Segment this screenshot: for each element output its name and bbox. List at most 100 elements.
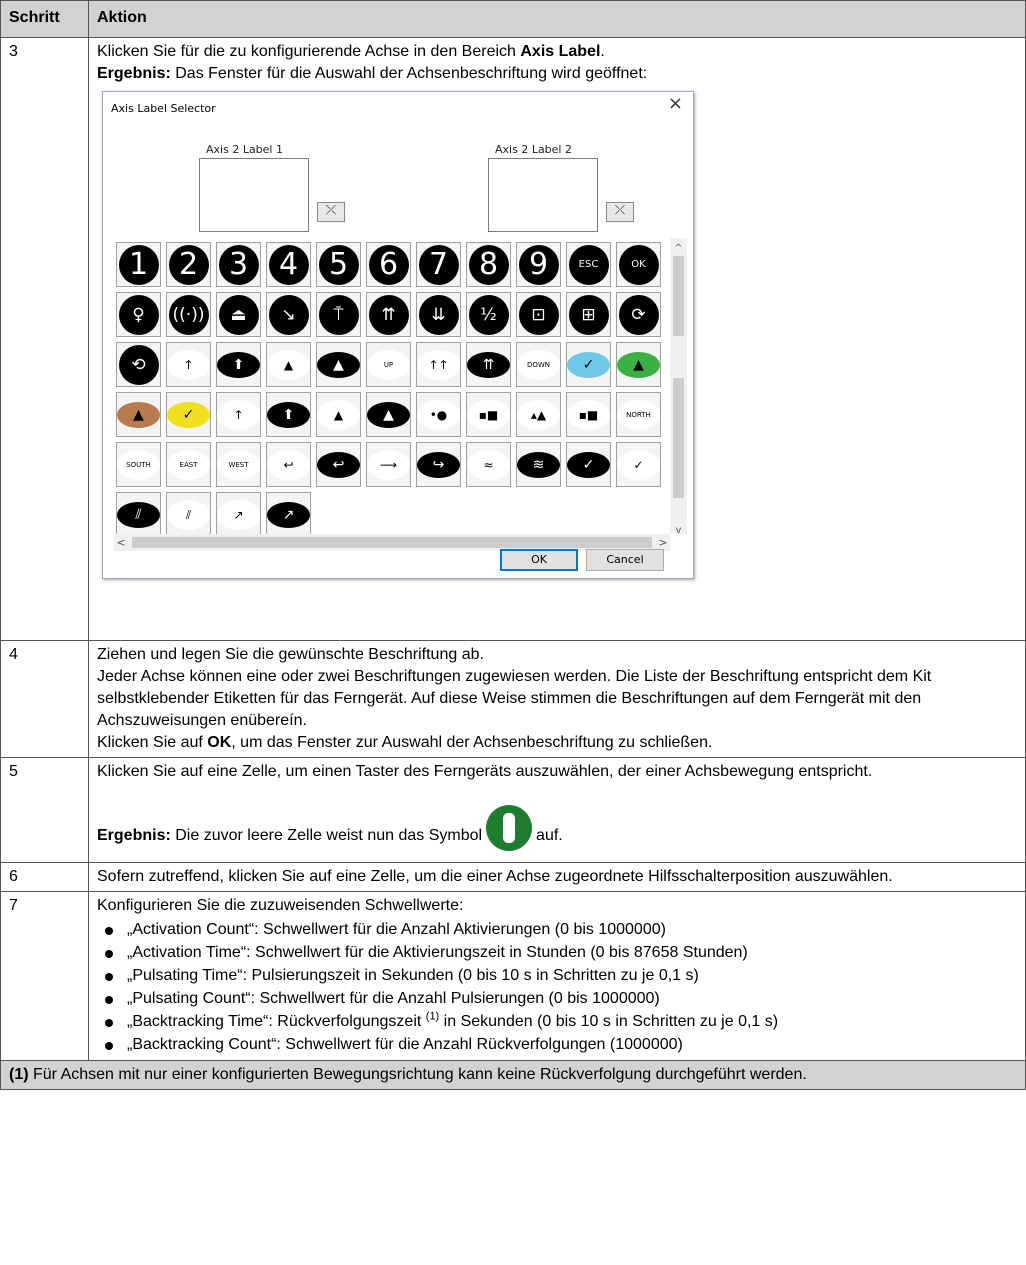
label-tile[interactable]: ▲ <box>316 342 361 387</box>
label-tile[interactable]: ▲ <box>616 342 661 387</box>
label-tile[interactable]: OK <box>616 242 661 287</box>
label-tile[interactable]: ↗ <box>266 492 311 536</box>
steps-table: Schritt Aktion 3 Klicken Sie für die zu … <box>0 0 1026 1090</box>
step-action: Klicken Sie für die zu konfigurierende A… <box>88 37 1026 641</box>
label-tile[interactable]: ⬆ <box>216 342 261 387</box>
horn-icon: ((·)) <box>168 294 209 335</box>
label1-drop-zone[interactable] <box>199 158 309 232</box>
label-tile[interactable]: ↑↑ <box>416 342 461 387</box>
label-tile[interactable]: DOWN <box>516 342 561 387</box>
label-tile[interactable]: UP <box>366 342 411 387</box>
ok-button[interactable]: OK <box>500 549 578 571</box>
label2-drop-zone[interactable] <box>488 158 598 232</box>
label-tile[interactable]: ↩ <box>266 442 311 487</box>
list-item-text: „Backtracking Time“: Rückverfolgungszeit <box>127 1013 426 1030</box>
threshold-list: „Activation Count“: Schwellwert für die … <box>97 919 1017 1057</box>
label-tile[interactable]: 8 <box>466 242 511 287</box>
result-label: Ergebnis: <box>97 827 171 845</box>
label-tile[interactable]: ↘ <box>266 292 311 337</box>
step-number: 4 <box>0 640 89 758</box>
label-tile[interactable]: ↩ <box>316 442 361 487</box>
arrow-diagonal-icon: ↗ <box>217 499 260 530</box>
label-tile[interactable]: ⬆ <box>266 392 311 437</box>
label-tile[interactable]: ♀ <box>116 292 161 337</box>
label-tile[interactable]: 5 <box>316 242 361 287</box>
label-tile[interactable]: ⏏ <box>216 292 261 337</box>
label-tile[interactable]: ▲ <box>366 392 411 437</box>
step-number: 3 <box>0 37 89 641</box>
label-tile[interactable]: •● <box>416 392 461 437</box>
label-tile[interactable]: ⟳ <box>616 292 661 337</box>
label-tile[interactable]: 1 <box>116 242 161 287</box>
number-2-icon: 2 <box>168 244 209 285</box>
label-tile[interactable]: ⊞ <box>566 292 611 337</box>
label-tile[interactable]: ▲ <box>116 392 161 437</box>
label-tile[interactable]: SOUTH <box>116 442 161 487</box>
ok-term: OK <box>207 734 232 751</box>
label-tile[interactable]: ▲ <box>316 392 361 437</box>
scroll-thumb-lower[interactable] <box>673 378 684 498</box>
vertical-scrollbar[interactable]: ^ v <box>670 238 687 536</box>
label-tile[interactable]: 6 <box>366 242 411 287</box>
label-tile[interactable]: 4 <box>266 242 311 287</box>
scroll-thumb-upper[interactable] <box>673 256 684 336</box>
label-tile[interactable]: ≋ <box>516 442 561 487</box>
label-tile[interactable]: ↑ <box>166 342 211 387</box>
curve-right-bold-icon: ↪ <box>417 451 460 478</box>
label-tile[interactable]: 3 <box>216 242 261 287</box>
arrow-up-bold-icon: ⬆ <box>267 401 310 428</box>
label-tile[interactable]: ▲ <box>266 342 311 387</box>
label-tile[interactable]: EAST <box>166 442 211 487</box>
horizontal-scroll-thumb[interactable] <box>132 537 652 548</box>
clear-label1-button[interactable]: ⤫ <box>317 202 345 222</box>
curve-right-icon: ⟶ <box>367 449 410 480</box>
label-tile[interactable]: 2 <box>166 242 211 287</box>
label-tile[interactable]: ✓ <box>616 442 661 487</box>
label-tile[interactable]: ESC <box>566 242 611 287</box>
label-tile[interactable]: ⟶ <box>366 442 411 487</box>
step-row-7: 7 Konfigurieren Sie die zuzuweisenden Sc… <box>0 891 1026 1061</box>
label-tile[interactable]: ((·)) <box>166 292 211 337</box>
result-text: Das Fenster für die Auswahl der Achsenbe… <box>170 65 648 82</box>
label-palette-grid: 1 2 3 4 5 6 7 8 9 ESC OK ♀ ((·)) ⏏ ↘ ⍑ ⇈ ⇊ ½ ⊡ ⊞ ⟳ ⟲ ↑ ⬆ ▲ ▲ UP ↑↑ ⇈ D… <box>114 240 670 536</box>
step-number: 5 <box>0 757 89 863</box>
label-tile[interactable]: ↪ <box>416 442 461 487</box>
label-tile[interactable]: ✓ <box>166 392 211 437</box>
squares-bold-icon: ▪■ <box>567 399 610 430</box>
label-tile[interactable]: ≈ <box>466 442 511 487</box>
label-tile[interactable]: ▪■ <box>566 392 611 437</box>
label-tile[interactable]: ½ <box>466 292 511 337</box>
footnote-marker: (1) <box>9 1066 29 1083</box>
label-tile[interactable]: ⇊ <box>416 292 461 337</box>
close-icon[interactable]: × <box>668 93 683 115</box>
arrow-up-icon: ↑ <box>167 349 210 380</box>
north-word-icon: NORTH <box>617 399 660 430</box>
label-tile[interactable]: ⫽ <box>166 492 211 536</box>
label-tile[interactable]: ⇈ <box>466 342 511 387</box>
instruction-line: Klicken Sie für die zu konfigurierende A… <box>97 41 1017 63</box>
scroll-left-icon[interactable]: < <box>114 534 128 551</box>
label-tile[interactable]: ⇈ <box>366 292 411 337</box>
plane-blue-icon: ✓ <box>567 351 610 378</box>
clear-label2-button[interactable]: ⤫ <box>606 202 634 222</box>
label-tile[interactable]: 9 <box>516 242 561 287</box>
label-tile[interactable]: ⫽ <box>116 492 161 536</box>
instruction-line: Jeder Achse können eine oder zwei Beschr… <box>97 668 932 729</box>
label-tile[interactable]: ✓ <box>566 442 611 487</box>
west-word-icon: WEST <box>217 449 260 480</box>
label-tile[interactable]: NORTH <box>616 392 661 437</box>
tree-up-icon: ▲ <box>267 349 310 380</box>
label-tile[interactable]: ▪■ <box>466 392 511 437</box>
scroll-up-icon[interactable]: ^ <box>670 238 687 254</box>
label-tile[interactable]: 7 <box>416 242 461 287</box>
label-tile[interactable]: ⍑ <box>316 292 361 337</box>
label-tile[interactable]: ↗ <box>216 492 261 536</box>
cancel-button[interactable]: Cancel <box>586 549 664 571</box>
label-tile[interactable]: ⟲ <box>116 342 161 387</box>
label-tile[interactable]: WEST <box>216 442 261 487</box>
label-tile[interactable]: ✓ <box>566 342 611 387</box>
label-tile[interactable]: ↑ <box>216 392 261 437</box>
scroll-down-icon[interactable]: v <box>670 520 687 536</box>
label-tile[interactable]: ▴▲ <box>516 392 561 437</box>
label-tile[interactable]: ⊡ <box>516 292 561 337</box>
